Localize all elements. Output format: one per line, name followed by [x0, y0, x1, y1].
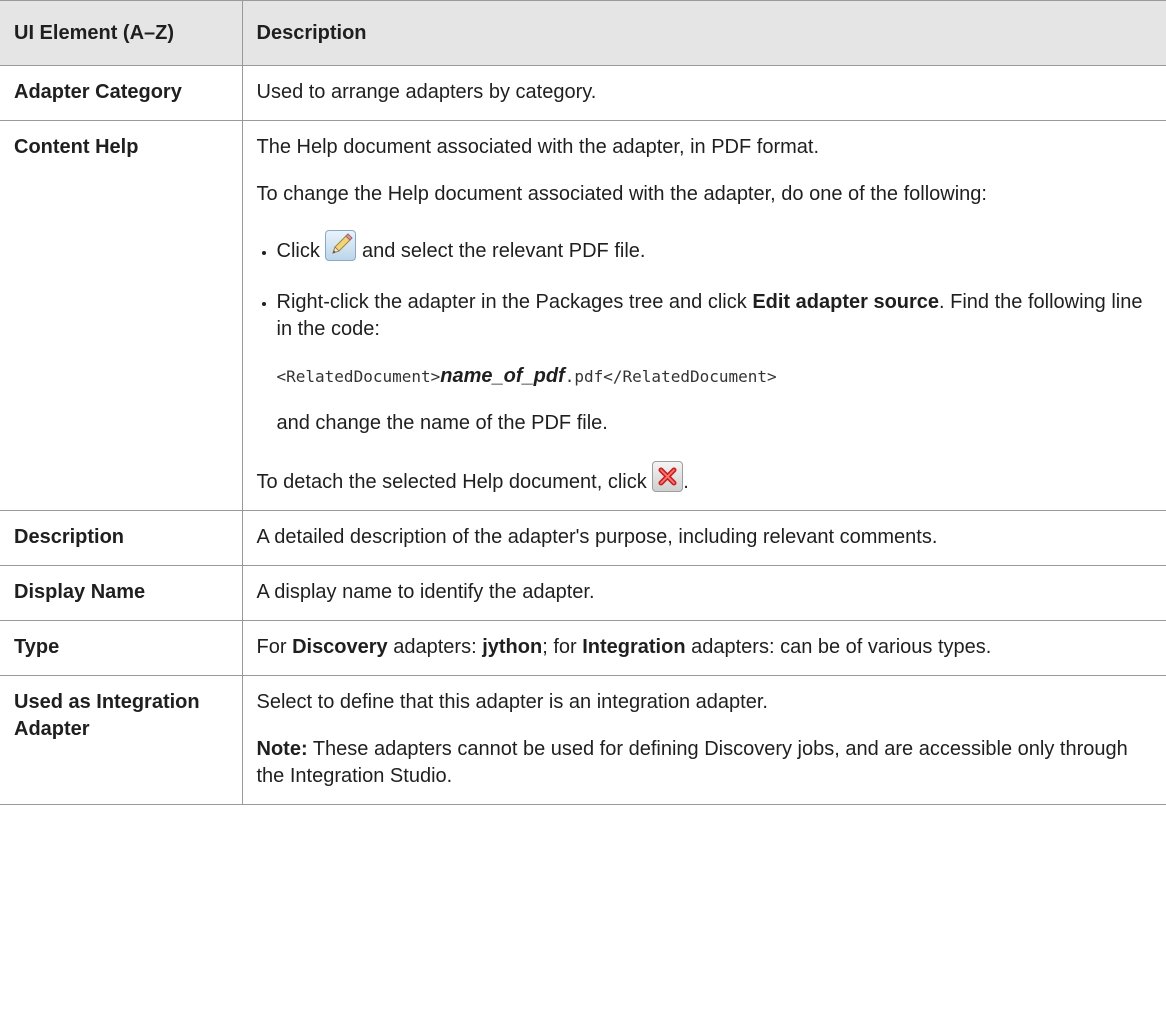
row-description-description: A detailed description of the adapter's … [241, 510, 1166, 566]
note: Note: These adapters cannot be used for … [256, 738, 1128, 787]
pencil-edit-icon[interactable] [325, 230, 357, 261]
code-snippet: <RelatedDocument>name_of_pdf.pdf</Relate… [276, 365, 777, 387]
row-description-display-name: A display name to identify the adapter. [241, 565, 1166, 621]
content-help-intro: The Help document associated with the ad… [256, 136, 820, 158]
row-name-adapter-category: Adapter Category [0, 65, 243, 121]
row-name-description: Description [0, 510, 243, 566]
content-help-detach: To detach the selected Help document, cl… [257, 461, 1153, 496]
list-item: Click and select the relevant PDF file. [277, 230, 1153, 265]
row-name-used-as-integration-adapter: Used as Integration Adapter [0, 675, 243, 805]
table-row: Content Help The Help document associate… [0, 120, 1166, 511]
edit-adapter-source-label: Edit adapter source [752, 291, 940, 313]
table-row: Used as Integration Adapter Select to de… [0, 675, 1166, 805]
row-description-used-as-integration-adapter: Select to define that this adapter is an… [241, 675, 1166, 805]
table-row: Adapter Category Used to arrange adapter… [0, 65, 1166, 121]
table-row: Type For Discovery adapters: jython; for… [0, 620, 1166, 676]
list-item: Right-click the adapter in the Packages … [277, 289, 1153, 437]
row-description-content-help: The Help document associated with the ad… [241, 120, 1166, 511]
table-header-row: UI Element (A–Z) Description [0, 0, 1166, 66]
row-description-type: For Discovery adapters: jython; for Inte… [241, 620, 1166, 676]
ui-elements-table: UI Element (A–Z) Description Adapter Cat… [0, 0, 1166, 805]
header-description: Description [241, 0, 1166, 66]
content-help-change-intro: To change the Help document associated w… [256, 183, 988, 205]
header-ui-element: UI Element (A–Z) [0, 0, 243, 66]
row-name-display-name: Display Name [0, 565, 243, 621]
row-name-content-help: Content Help [0, 120, 243, 511]
row-description-adapter-category: Used to arrange adapters by category. [241, 65, 1166, 121]
table-row: Description A detailed description of th… [0, 510, 1166, 566]
note-label: Note: [256, 738, 308, 760]
row-name-type: Type [0, 620, 243, 676]
table-row: Display Name A display name to identify … [0, 565, 1166, 621]
content-help-options-list: Click and select the relevant PDF file. [257, 230, 1153, 437]
red-x-delete-icon[interactable] [652, 461, 684, 492]
